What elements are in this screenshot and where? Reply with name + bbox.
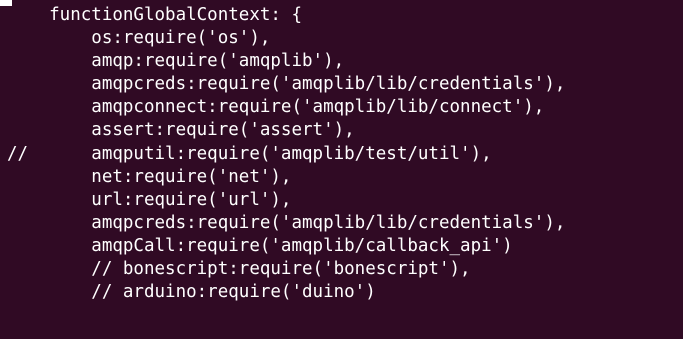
code-line-8: net:require('net'), <box>7 166 292 187</box>
code-line-7: // amqputil:require('amqplib/test/util')… <box>7 143 492 164</box>
code-line-3: amqp:require('amqplib'), <box>7 51 345 72</box>
code-line-6: assert:require('assert'), <box>7 120 355 141</box>
code-line-1: functionGlobalContext: { <box>7 5 303 25</box>
code-line-5: amqpconnect:require('amqplib/lib/connect… <box>7 97 545 118</box>
code-line-11: amqpCall:require('amqplib/callback_api') <box>7 235 513 256</box>
code-line-12: // bonescript:require('bonescript'), <box>7 259 471 280</box>
code-text-area[interactable]: functionGlobalContext: { os:require('os'… <box>7 4 565 304</box>
code-line-13: // arduino:require('duino') <box>7 282 376 303</box>
code-line-2: os:require('os'), <box>7 28 271 49</box>
code-line-4: amqpcreds:require('amqplib/lib/credentia… <box>7 74 566 95</box>
code-line-9: url:require('url'), <box>7 189 292 210</box>
code-line-10: amqpcreds:require('amqplib/lib/credentia… <box>7 212 566 233</box>
terminal-window[interactable]: functionGlobalContext: { os:require('os'… <box>0 0 683 339</box>
